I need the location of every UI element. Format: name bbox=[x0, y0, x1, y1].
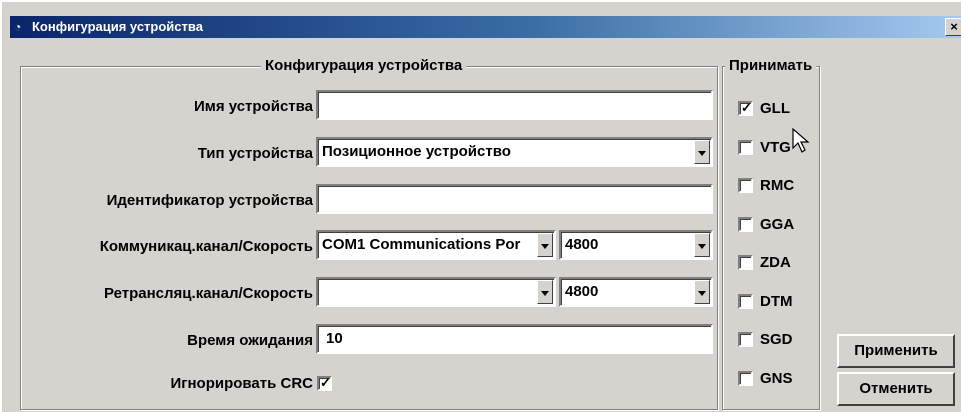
device-config-dialog: ◔ Конфигурация устройства × Конфигурация… bbox=[0, 0, 961, 412]
mouse-pointer-icon bbox=[792, 128, 810, 153]
relay-channel-label: Ретрансляц.канал/Скорость bbox=[104, 285, 313, 302]
device-type-select[interactable]: Позиционное устройство bbox=[316, 137, 713, 167]
accept-gns-label: GNS bbox=[760, 370, 793, 387]
relay-speed-dropdown-button[interactable] bbox=[694, 280, 710, 304]
config-group-legend: Конфигурация устройства bbox=[261, 57, 467, 75]
comm-channel-select[interactable]: COM1 Communications Por bbox=[316, 230, 556, 260]
ignore-crc-label: Игнорировать CRC bbox=[170, 375, 313, 392]
title-bar[interactable]: ◔ Конфигурация устройства × bbox=[10, 16, 961, 38]
relay-channel-dropdown-button[interactable] bbox=[537, 280, 553, 304]
accept-gga-label: GGA bbox=[760, 216, 795, 233]
device-name-label: Имя устройства bbox=[193, 98, 313, 115]
accept-zda-checkbox[interactable] bbox=[738, 255, 753, 270]
window-title: Конфигурация устройства bbox=[32, 19, 203, 34]
device-name-field[interactable] bbox=[316, 90, 713, 120]
accept-gll-checkbox[interactable]: ✓ bbox=[738, 100, 753, 116]
accept-gll-label: GLL bbox=[760, 100, 790, 117]
accept-gga-checkbox[interactable] bbox=[738, 217, 753, 232]
comm-speed-dropdown-button[interactable] bbox=[694, 233, 710, 257]
accept-sgd-checkbox[interactable] bbox=[738, 332, 753, 347]
relay-channel-select[interactable] bbox=[316, 277, 556, 307]
apply-button[interactable]: Применить bbox=[837, 334, 955, 368]
comm-channel-label: Коммуникац.канал/Скорость bbox=[99, 238, 313, 255]
relay-speed-select[interactable]: 4800 bbox=[559, 277, 713, 307]
accept-vtg-checkbox[interactable] bbox=[738, 140, 753, 155]
ignore-crc-checkbox[interactable]: ✓ bbox=[317, 375, 332, 391]
comm-channel-dropdown-button[interactable] bbox=[537, 233, 553, 257]
check-icon: ✓ bbox=[741, 100, 752, 115]
accept-rmc-checkbox[interactable] bbox=[738, 178, 753, 193]
accept-zda-label: ZDA bbox=[760, 254, 791, 271]
accept-rmc-label: RMC bbox=[760, 177, 795, 194]
timeout-label: Время ожидания bbox=[187, 332, 313, 349]
accept-group-legend: Принимать bbox=[725, 57, 817, 75]
device-id-field[interactable] bbox=[316, 184, 713, 214]
app-icon: ◔ bbox=[14, 20, 22, 34]
accept-dtm-checkbox[interactable] bbox=[738, 294, 753, 309]
accept-vtg-label: VTG bbox=[760, 139, 791, 156]
accept-gns-checkbox[interactable] bbox=[738, 371, 753, 386]
device-type-dropdown-button[interactable] bbox=[694, 140, 710, 164]
timeout-field[interactable]: 10 bbox=[316, 324, 713, 354]
close-button[interactable]: × bbox=[945, 18, 961, 36]
device-id-label: Идентификатор устройства bbox=[106, 192, 313, 209]
accept-sgd-label: SGD bbox=[760, 331, 793, 348]
accept-dtm-label: DTM bbox=[760, 293, 793, 310]
check-icon: ✓ bbox=[320, 375, 331, 390]
comm-speed-select[interactable]: 4800 bbox=[559, 230, 713, 260]
device-type-label: Тип устройства bbox=[197, 145, 313, 162]
cancel-button[interactable]: Отменить bbox=[837, 372, 955, 406]
